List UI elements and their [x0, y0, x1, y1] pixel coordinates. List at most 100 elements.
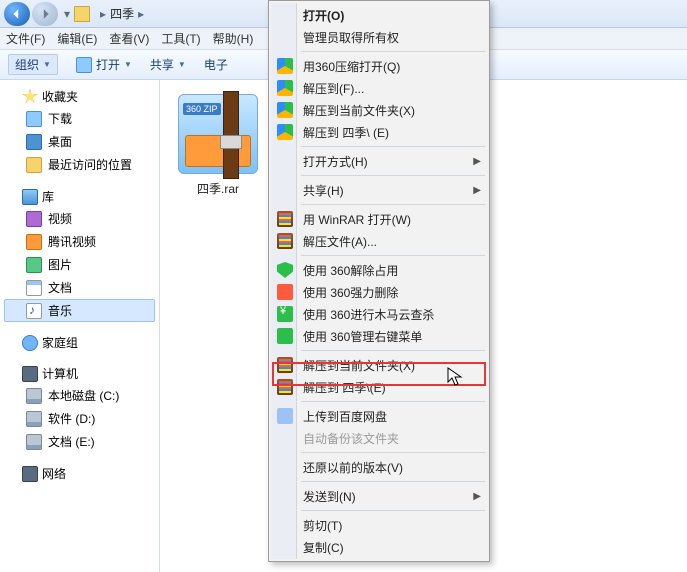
toolbar-share-label: 共享: [150, 56, 174, 73]
folder-icon: [74, 6, 90, 22]
ctx-open-winrar[interactable]: 用 WinRAR 打开(W): [271, 208, 487, 230]
ctx-share[interactable]: 共享(H)▶: [271, 179, 487, 201]
ctx-label: 解压到当前文件夹(X): [303, 357, 415, 374]
ctx-open-with[interactable]: 打开方式(H)▶: [271, 150, 487, 172]
sidebar-item-recent[interactable]: 最近访问的位置: [4, 153, 155, 176]
toolbar-open-label: 打开: [96, 56, 120, 73]
toolbar-organize[interactable]: 组织▼: [8, 54, 58, 75]
video-icon: [26, 211, 42, 227]
sidebar-favorites[interactable]: 收藏夹: [4, 86, 155, 107]
chevron-down-icon[interactable]: ▾: [64, 7, 70, 21]
sidebar-item-label: 视频: [48, 210, 72, 227]
arrow-right-icon: [39, 8, 51, 20]
360zip-icon: [277, 124, 293, 140]
winrar-icon: [277, 357, 293, 373]
separator: [301, 204, 485, 205]
sidebar-item-tencent[interactable]: 腾讯视频: [4, 230, 155, 253]
ctx-360-menu[interactable]: 使用 360管理右键菜单: [271, 325, 487, 347]
homegroup-icon: [22, 335, 38, 351]
download-icon: [26, 111, 42, 127]
ctx-extract-to-folder-winrar[interactable]: 解压到 四季\(E): [271, 376, 487, 398]
ctx-prev-versions[interactable]: 还原以前的版本(V): [271, 456, 487, 478]
separator: [301, 146, 485, 147]
toolbar-open[interactable]: 打开▼: [76, 56, 132, 73]
cloud-icon: [277, 408, 293, 424]
sidebar-item-label: 最近访问的位置: [48, 156, 132, 173]
ctx-extract-to-folder[interactable]: 解压到 四季\ (E): [271, 121, 487, 143]
sidebar-network[interactable]: 网络: [4, 463, 155, 484]
ctx-cut[interactable]: 剪切(T): [271, 514, 487, 536]
sidebar-item-drive-d[interactable]: 软件 (D:): [4, 407, 155, 430]
menu-file[interactable]: 文件(F): [6, 30, 45, 47]
sidebar-item-desktop[interactable]: 桌面: [4, 130, 155, 153]
sidebar-homegroup[interactable]: 家庭组: [4, 332, 155, 353]
ctx-extract-files[interactable]: 解压文件(A)...: [271, 230, 487, 252]
ctx-360-scan[interactable]: 使用 360进行木马云查杀: [271, 303, 487, 325]
arrow-left-icon: [11, 8, 23, 20]
ctx-label: 解压到 四季\ (E): [303, 124, 389, 141]
ctx-360-forcedel[interactable]: 使用 360强力删除: [271, 281, 487, 303]
ctx-extract-to[interactable]: 解压到(F)...: [271, 77, 487, 99]
sidebar-item-label: 计算机: [42, 365, 78, 382]
ctx-360-unlock[interactable]: 使用 360解除占用: [271, 259, 487, 281]
submenu-arrow-icon: ▶: [473, 156, 481, 167]
menu-tools[interactable]: 工具(T): [161, 30, 200, 47]
sidebar-item-pictures[interactable]: 图片: [4, 253, 155, 276]
sidebar-computer[interactable]: 计算机: [4, 363, 155, 384]
sidebar-favorites-group: 收藏夹 下载 桌面 最近访问的位置: [4, 86, 155, 176]
context-menu: 打开(O) 管理员取得所有权 用360压缩打开(Q) 解压到(F)... 解压到…: [268, 0, 490, 562]
menu-edit[interactable]: 编辑(E): [57, 30, 97, 47]
nav-forward-button[interactable]: [32, 2, 58, 26]
menu-view[interactable]: 查看(V): [109, 30, 149, 47]
sidebar-item-label: 文档 (E:): [48, 433, 95, 450]
winrar-icon: [277, 211, 293, 227]
nav-back-button[interactable]: [4, 2, 30, 26]
ctx-auto-backup: 自动备份该文件夹: [271, 427, 487, 449]
network-icon: [22, 466, 38, 482]
winrar-icon: [277, 233, 293, 249]
archive-icon: 360 ZIP: [178, 94, 258, 174]
scan-icon: [277, 306, 293, 322]
sidebar-libraries[interactable]: 库: [4, 186, 155, 207]
sidebar-item-downloads[interactable]: 下载: [4, 107, 155, 130]
sidebar-item-label: 腾讯视频: [48, 233, 96, 250]
ctx-label: 用 WinRAR 打开(W): [303, 211, 411, 228]
ctx-label: 共享(H): [303, 182, 344, 199]
separator: [301, 401, 485, 402]
chevron-right-icon[interactable]: ▸: [138, 7, 144, 21]
ctx-copy[interactable]: 复制(C): [271, 536, 487, 558]
sidebar-item-drive-e[interactable]: 文档 (E:): [4, 430, 155, 453]
ctx-upload-baidu[interactable]: 上传到百度网盘: [271, 405, 487, 427]
sidebar-homegroup-group: 家庭组: [4, 332, 155, 353]
sidebar-item-videos[interactable]: 视频: [4, 207, 155, 230]
library-icon: [22, 189, 38, 205]
toolbar-email[interactable]: 电子: [204, 56, 228, 73]
ctx-extract-here[interactable]: 解压到当前文件夹(X): [271, 99, 487, 121]
sidebar-item-label: 收藏夹: [42, 88, 78, 105]
sidebar-item-drive-c[interactable]: 本地磁盘 (C:): [4, 384, 155, 407]
sidebar-item-documents[interactable]: 文档: [4, 276, 155, 299]
menu-help[interactable]: 帮助(H): [213, 30, 254, 47]
recent-icon: [26, 157, 42, 173]
documents-icon: [26, 280, 42, 296]
ctx-label: 剪切(T): [303, 517, 342, 534]
ctx-open-360zip[interactable]: 用360压缩打开(Q): [271, 55, 487, 77]
ctx-send-to[interactable]: 发送到(N)▶: [271, 485, 487, 507]
ctx-run-as-admin[interactable]: 管理员取得所有权: [271, 26, 487, 48]
winrar-icon: [277, 379, 293, 395]
separator: [301, 51, 485, 52]
file-item[interactable]: 360 ZIP 四季.rar: [170, 94, 266, 197]
ctx-label: 发送到(N): [303, 488, 356, 505]
sidebar-item-music[interactable]: 音乐: [4, 299, 155, 322]
360zip-icon: [277, 80, 293, 96]
breadcrumb-sep: ▸: [100, 7, 106, 21]
ctx-label: 使用 360管理右键菜单: [303, 328, 422, 345]
ctx-open[interactable]: 打开(O): [271, 4, 487, 26]
toolbar-share[interactable]: 共享▼: [150, 56, 186, 73]
ctx-label: 使用 360进行木马云查杀: [303, 306, 434, 323]
ctx-label: 使用 360强力删除: [303, 284, 398, 301]
ctx-extract-here-winrar[interactable]: 解压到当前文件夹(X): [271, 354, 487, 376]
toolbar-email-label: 电子: [204, 56, 228, 73]
breadcrumb-current[interactable]: 四季: [110, 5, 134, 22]
ctx-label: 还原以前的版本(V): [303, 459, 403, 476]
